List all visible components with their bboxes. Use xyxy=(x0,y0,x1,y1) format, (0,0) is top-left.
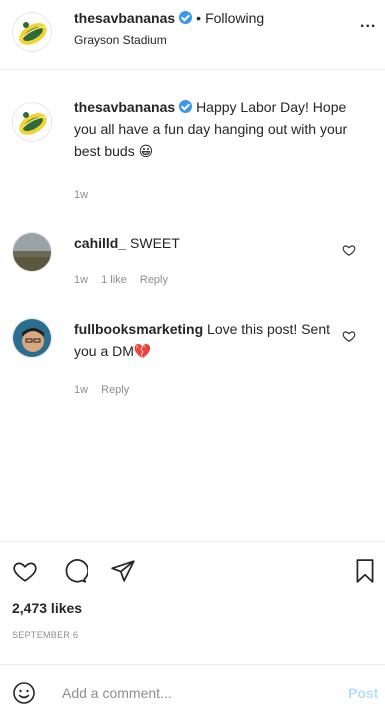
post-date[interactable]: SEPTEMBER 6 xyxy=(12,630,78,640)
post-actions: 2,473 likes SEPTEMBER 6 xyxy=(0,541,385,661)
caption-text: thesavbananas Happy Labor Day! Hope you … xyxy=(74,96,364,162)
post-comment-button[interactable]: Post xyxy=(348,685,378,701)
header-avatar[interactable] xyxy=(12,12,52,52)
comment-username[interactable]: fullbooksmarketing xyxy=(74,321,203,337)
likes-count[interactable]: 2,473 likes xyxy=(12,600,82,616)
add-comment-bar: Post xyxy=(0,664,385,712)
comment-text: fullbooksmarketing Love this post! Sent … xyxy=(74,318,336,362)
comment-meta: 1w Reply xyxy=(74,384,139,396)
post-header: thesavbananas • Following Grayson Stadium … xyxy=(0,0,385,70)
heart-icon[interactable] xyxy=(342,329,356,343)
comment-text: cahilld_ SWEET xyxy=(74,232,336,254)
smiley-icon[interactable] xyxy=(12,681,36,705)
header-user-line: thesavbananas • Following xyxy=(74,10,264,26)
comment-likes[interactable]: 1 like xyxy=(101,274,127,286)
comment-body: SWEET xyxy=(130,235,180,251)
paper-plane-icon[interactable] xyxy=(110,558,136,584)
header-username[interactable]: thesavbananas xyxy=(74,10,175,26)
verified-badge-icon xyxy=(179,11,193,24)
comment-avatar[interactable] xyxy=(12,232,52,272)
caption-timestamp[interactable]: 1w xyxy=(74,189,88,201)
heart-icon[interactable] xyxy=(12,558,38,584)
reply-button[interactable]: Reply xyxy=(101,384,129,396)
comment-avatar[interactable] xyxy=(12,318,52,358)
bananas-logo-icon xyxy=(19,22,47,45)
person-avatar-icon xyxy=(13,319,51,357)
add-comment-input[interactable] xyxy=(62,681,342,705)
reply-button[interactable]: Reply xyxy=(140,274,168,286)
comment-username[interactable]: cahilld_ xyxy=(74,235,126,251)
comment-meta: 1w 1 like Reply xyxy=(74,274,178,286)
broken-heart-emoji: 💔 xyxy=(133,343,152,359)
following-button[interactable]: Following xyxy=(205,10,264,26)
speech-bubble-icon[interactable] xyxy=(62,558,88,584)
bananas-logo-icon xyxy=(19,112,47,135)
bookmark-icon[interactable] xyxy=(352,558,378,584)
caption-avatar[interactable] xyxy=(12,102,52,142)
heart-icon[interactable] xyxy=(342,243,356,257)
caption-emoji: 😀 xyxy=(138,143,154,159)
verified-badge-icon xyxy=(179,100,193,113)
caption-username[interactable]: thesavbananas xyxy=(74,99,175,115)
more-options-icon[interactable]: ... xyxy=(360,14,376,32)
comment-time[interactable]: 1w xyxy=(74,274,88,286)
comment-time[interactable]: 1w xyxy=(74,384,88,396)
header-separator: • xyxy=(196,10,202,26)
location-link[interactable]: Grayson Stadium xyxy=(74,33,167,47)
landscape-avatar-icon xyxy=(13,233,51,271)
